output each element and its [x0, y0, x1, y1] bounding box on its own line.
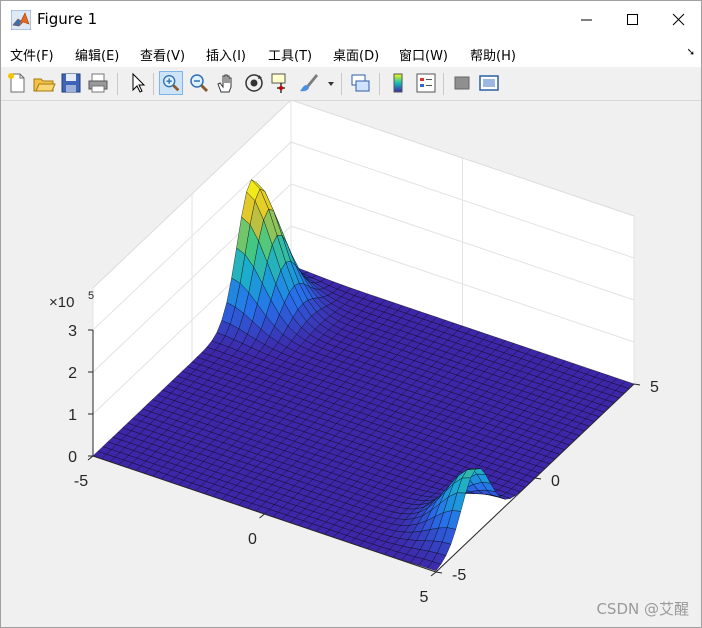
toolbar-separator: [117, 73, 118, 95]
y-tick-label: 0: [551, 473, 560, 490]
colorbar-icon[interactable]: [386, 71, 410, 95]
zoom-in-icon[interactable]: [159, 71, 183, 95]
x-tick-mark: [87, 455, 94, 461]
toolbar-separator: [153, 73, 154, 95]
link-plot-icon[interactable]: [348, 71, 372, 95]
y-tick-mark: [633, 383, 641, 386]
hide-plot-tools-icon[interactable]: [450, 71, 474, 95]
x-tick-mark: [259, 513, 265, 519]
zoom-out-icon[interactable]: [187, 71, 211, 95]
minimize-button[interactable]: [563, 1, 609, 39]
y-tick-mark: [534, 477, 542, 480]
maximize-button[interactable]: [609, 1, 655, 39]
toolbar-separator: [443, 73, 444, 95]
menu-bar: 文件(F) 编辑(E) 查看(V) 插入(I) 工具(T) 桌面(D) 窗口(W…: [1, 39, 701, 67]
new-figure-icon[interactable]: [5, 71, 29, 95]
x-tick-label: 0: [248, 531, 257, 548]
brush-icon[interactable]: [297, 71, 321, 95]
z-tick-label: 3: [68, 323, 77, 340]
menu-desktop[interactable]: 桌面(D): [333, 45, 379, 64]
menu-window[interactable]: 窗口(W): [399, 45, 448, 64]
brush-dropdown-icon[interactable]: [327, 80, 335, 88]
data-cursor-icon[interactable]: [269, 71, 293, 95]
z-tick-label: 0: [68, 449, 77, 466]
menu-edit[interactable]: 编辑(E): [75, 45, 119, 64]
figure-canvas[interactable]: -5 0 5 -5 0 5 0 1 2 3 ×10 5: [1, 98, 701, 627]
menu-file[interactable]: 文件(F): [10, 45, 54, 64]
close-button[interactable]: [655, 1, 701, 39]
z-exponent-power: 5: [88, 290, 94, 302]
watermark-text: CSDN @艾醒: [596, 600, 689, 618]
title-bar: Figure 1: [1, 1, 701, 39]
rotate-3d-icon[interactable]: [242, 71, 266, 95]
y-tick-label: 5: [650, 379, 659, 396]
toolbar-separator: [379, 73, 380, 95]
figure-window: Figure 1 文件(F) 编辑(E) 查看(V) 插入(I) 工具(T) 桌…: [0, 0, 702, 628]
maximize-icon: [627, 14, 638, 25]
pointer-icon[interactable]: [125, 71, 149, 95]
open-file-icon[interactable]: [32, 71, 56, 95]
menu-tools[interactable]: 工具(T): [268, 45, 312, 64]
x-tick-label: -5: [74, 473, 88, 490]
y-tick-mark: [435, 571, 443, 574]
legend-icon[interactable]: [414, 71, 438, 95]
menu-view[interactable]: 查看(V): [140, 45, 185, 64]
toolbar-separator: [341, 73, 342, 95]
save-icon[interactable]: [59, 71, 83, 95]
menu-overflow-icon[interactable]: ➘: [687, 47, 695, 58]
z-tick-label: 1: [68, 407, 77, 424]
print-icon[interactable]: [86, 71, 110, 95]
x-tick-mark: [430, 571, 437, 577]
toolbar: [1, 68, 701, 101]
minimize-icon: [581, 19, 592, 21]
surface-plot: -5 0 5 -5 0 5 0 1 2 3 ×10 5: [49, 98, 659, 606]
menu-insert[interactable]: 插入(I): [206, 45, 246, 64]
y-tick-label: -5: [452, 567, 466, 584]
pan-hand-icon[interactable]: [214, 71, 238, 95]
x-tick-label: 5: [420, 589, 429, 606]
menu-help[interactable]: 帮助(H): [470, 45, 516, 64]
z-tick-label: 2: [68, 365, 77, 382]
z-exponent-label: ×10: [49, 294, 74, 311]
window-title: Figure 1: [37, 10, 98, 28]
close-icon: [672, 13, 685, 26]
show-plot-tools-icon[interactable]: [477, 71, 501, 95]
matlab-logo-icon: [11, 10, 31, 30]
